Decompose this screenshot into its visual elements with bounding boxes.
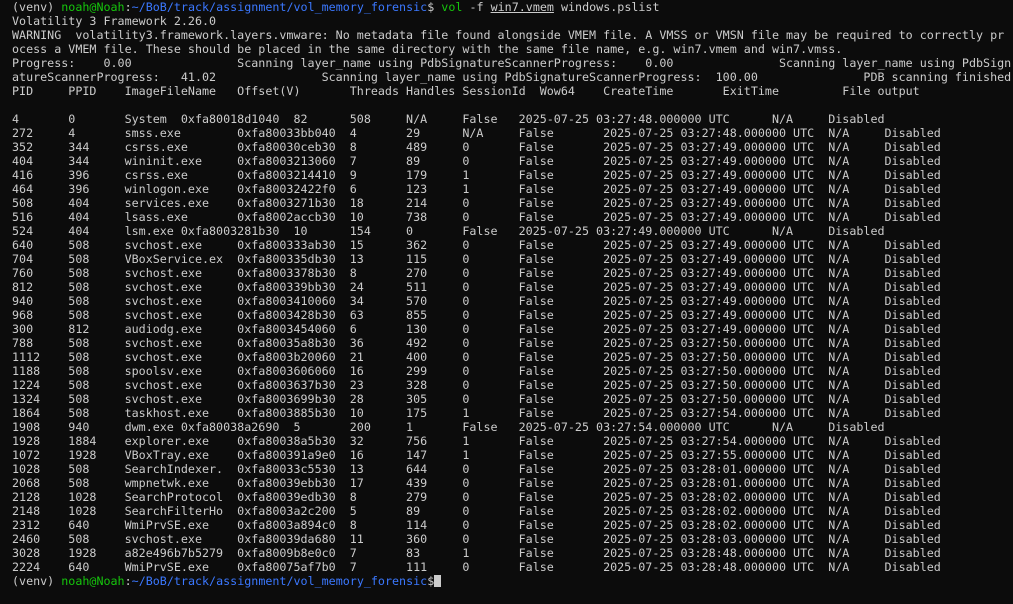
- output-line: PID PPID ImageFileName Offset(V) Threads…: [12, 84, 920, 98]
- command-executable: vol: [441, 0, 463, 14]
- output-line: 524 404 lsm.exe 0xfa8003281b30 10 154 0 …: [12, 224, 885, 238]
- output-line: 1908 940 dwm.exe 0xfa80038a2690 5 200 1 …: [12, 420, 885, 434]
- output-line: 3028 1928 a82e496b7b5279 0xfa8009b8e0c0 …: [12, 546, 941, 560]
- prompt-path: ~/BoB/track/assignment/vol_memory_forens…: [131, 0, 428, 14]
- prompt-colon: :: [124, 0, 132, 14]
- output-line: 1324 508 svchost.exe 0xfa8003699b30 28 3…: [12, 392, 941, 406]
- output-line: 272 4 smss.exe 0xfa80033bb040 4 29 N/A F…: [12, 126, 941, 140]
- output-line: 1112 508 svchost.exe 0xfa8003b20060 21 4…: [12, 350, 941, 364]
- output-line: 640 508 svchost.exe 0xfa800333ab30 15 36…: [12, 238, 941, 252]
- output-line: 2460 508 svchost.exe 0xfa80039da680 11 3…: [12, 532, 941, 546]
- output-line: 300 812 audiodg.exe 0xfa8003454060 6 130…: [12, 322, 941, 336]
- prompt-dollar: $: [427, 0, 435, 14]
- output-line: 516 404 lsass.exe 0xfa8002accb30 10 738 …: [12, 210, 941, 224]
- output-line: 2312 640 WmiPrvSE.exe 0xfa8003a894c0 8 1…: [12, 518, 941, 532]
- current-prompt-line[interactable]: (venv) noah@Noah:~/BoB/track/assignment/…: [12, 574, 1013, 588]
- output-line: 1224 508 svchost.exe 0xfa8003637b30 23 3…: [12, 378, 941, 392]
- output-line: atureScannerProgress: 41.02 Scanning lay…: [12, 70, 1012, 84]
- command-file-link[interactable]: win7.vmem: [491, 0, 554, 14]
- output-line: 704 508 VBoxService.ex 0xfa800335db30 13…: [12, 252, 941, 266]
- output-line: 416 396 csrss.exe 0xfa8003214410 9 179 1…: [12, 168, 941, 182]
- prompt-dollar: $: [427, 574, 435, 588]
- output-line: 352 344 csrss.exe 0xfa80030ceb30 8 489 0…: [12, 140, 941, 154]
- prompt-colon: :: [124, 574, 132, 588]
- output-line: 1072 1928 VBoxTray.exe 0xfa800391a9e0 16…: [12, 448, 941, 462]
- output-line: 788 508 svchost.exe 0xfa80035a8b30 36 49…: [12, 336, 941, 350]
- output-line: 812 508 svchost.exe 0xfa800339bb30 24 51…: [12, 280, 941, 294]
- prompt-user-host: noah@Noah: [61, 574, 125, 588]
- output-line: 1188 508 spoolsv.exe 0xfa8003606060 16 2…: [12, 364, 941, 378]
- output-line: Volatility 3 Framework 2.26.0: [12, 14, 217, 28]
- prompt-user-host: noah@Noah: [61, 0, 125, 14]
- output-line: 760 508 svchost.exe 0xfa8003378b30 8 270…: [12, 266, 941, 280]
- output-line: 508 404 services.exe 0xfa8003271b30 18 2…: [12, 196, 941, 210]
- terminal-window[interactable]: (venv) noah@Noah:~/BoB/track/assignment/…: [0, 0, 1013, 604]
- output-line: Progress: 0.00 Scanning layer_name using…: [12, 56, 1012, 70]
- prompt-env: (venv): [12, 0, 62, 14]
- command-output: Volatility 3 Framework 2.26.0 WARNING vol…: [12, 14, 1013, 574]
- command-line: (venv) noah@Noah:~/BoB/track/assignment/…: [12, 0, 1013, 14]
- prompt-env: (venv): [12, 574, 62, 588]
- command-flag: -f: [469, 0, 484, 14]
- output-line: 2068 508 wmpnetwk.exe 0xfa80039ebb30 17 …: [12, 476, 941, 490]
- output-line: 1864 508 taskhost.exe 0xfa8003885b30 10 …: [12, 406, 941, 420]
- output-line: 2148 1028 SearchFilterHo 0xfa8003a2c200 …: [12, 504, 941, 518]
- output-line: 940 508 svchost.exe 0xfa8003410060 34 57…: [12, 294, 941, 308]
- output-line: WARNING volatility3.framework.layers.vmw…: [12, 28, 1005, 42]
- output-line: 1928 1884 explorer.exe 0xfa80038a5b30 32…: [12, 434, 941, 448]
- output-line: 464 396 winlogon.exe 0xfa80032422f0 6 12…: [12, 182, 941, 196]
- output-line: 1028 508 SearchIndexer. 0xfa80033c5530 1…: [12, 462, 941, 476]
- text-cursor: [434, 575, 442, 587]
- output-line: 2224 640 WmiPrvSE.exe 0xfa80075af7b0 7 1…: [12, 560, 941, 574]
- output-line: 4 0 System 0xfa80018d1040 82 508 N/A Fal…: [12, 112, 885, 126]
- output-line: 404 344 wininit.exe 0xfa8003213060 7 89 …: [12, 154, 941, 168]
- output-line: ocess a VMEM file. These should be place…: [12, 42, 843, 56]
- command-plugin: windows.pslist: [560, 0, 660, 14]
- output-line: 968 508 svchost.exe 0xfa8003428b30 63 85…: [12, 308, 941, 322]
- prompt-path: ~/BoB/track/assignment/vol_memory_forens…: [131, 574, 428, 588]
- output-line: 2128 1028 SearchProtocol 0xfa80039edb30 …: [12, 490, 941, 504]
